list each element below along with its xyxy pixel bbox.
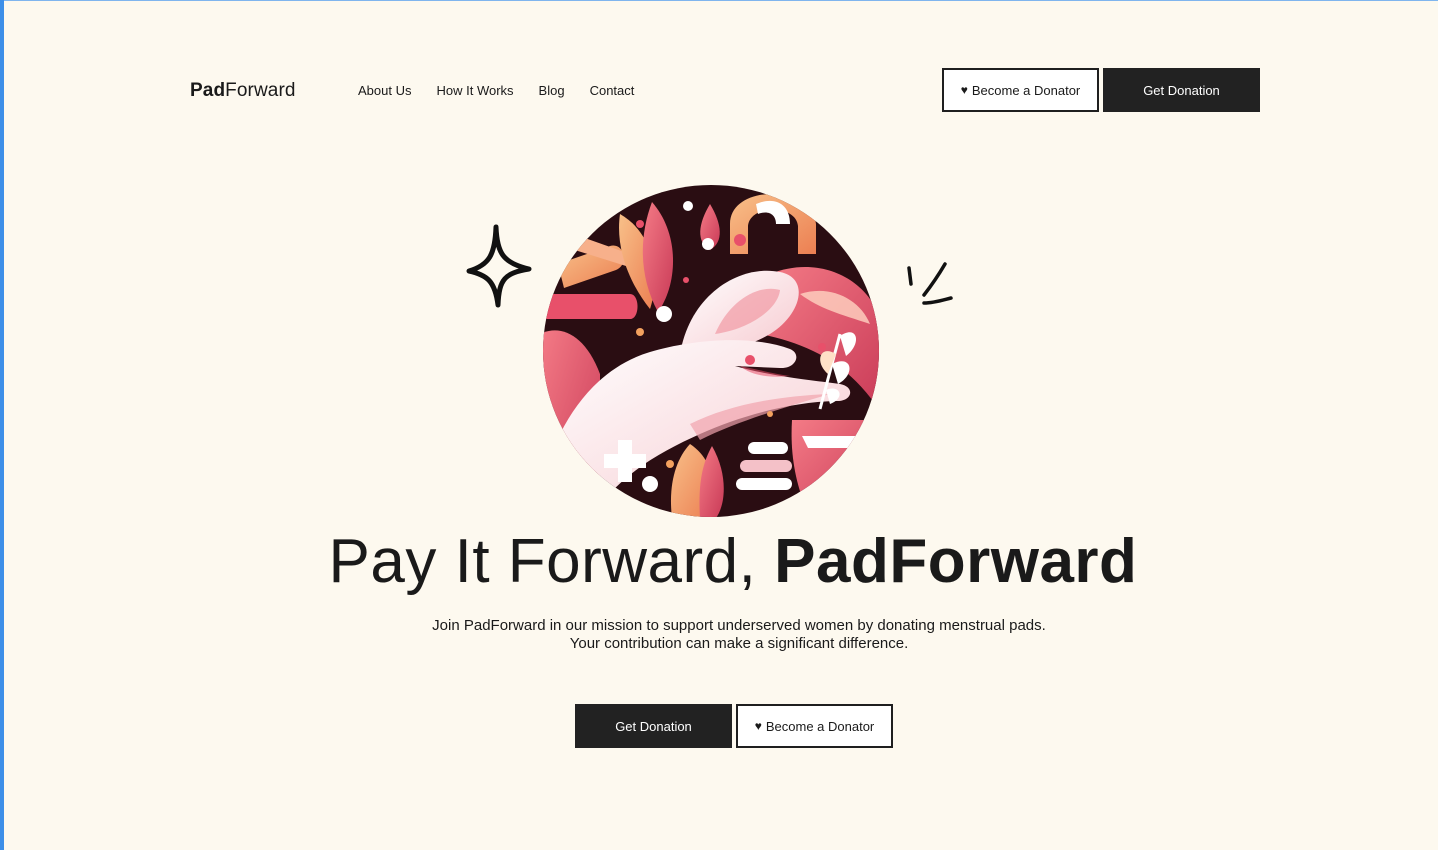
accent-strokes-icon xyxy=(907,262,953,305)
main-nav: About Us How It Works Blog Contact xyxy=(358,82,634,100)
nav-item-contact[interactable]: Contact xyxy=(590,82,635,100)
window-frame-top xyxy=(0,0,1438,1)
hero-get-donation-button[interactable]: Get Donation xyxy=(575,704,732,748)
nav-item-about-us[interactable]: About Us xyxy=(358,82,411,100)
header-get-donation-button[interactable]: Get Donation xyxy=(1103,68,1260,112)
header-become-donator-label: Become a Donator xyxy=(971,82,1081,98)
hero-headline: Pay It Forward, PadForward xyxy=(0,526,1438,598)
hero-become-donator-label: Become a Donator xyxy=(765,718,875,734)
hero-description-line-2: Your contribution can make a significant… xyxy=(569,635,909,652)
nav-item-blog[interactable]: Blog xyxy=(539,82,565,100)
heart-icon: ♥ xyxy=(960,83,968,97)
header-become-donator-button[interactable]: ♥ Become a Donator xyxy=(942,68,1099,112)
hero-description-line-1: Join PadForward in our mission to suppor… xyxy=(432,617,1046,634)
brand-logo[interactable]: PadForward xyxy=(190,79,296,103)
hero-headline-light: Pay It Forward, xyxy=(328,527,757,596)
hand-holding-pad-icon xyxy=(543,185,879,517)
window-frame-left xyxy=(0,0,4,850)
hero-headline-bold: PadForward xyxy=(774,527,1138,596)
header-get-donation-label: Get Donation xyxy=(1143,82,1220,98)
hero-get-donation-label: Get Donation xyxy=(615,718,692,734)
brand-logo-bold: Pad xyxy=(190,80,226,101)
sparkle-icon xyxy=(466,224,532,308)
nav-item-how-it-works[interactable]: How It Works xyxy=(436,82,513,100)
hero-description: Join PadForward in our mission to suppor… xyxy=(0,617,1438,653)
heart-icon: ♥ xyxy=(754,719,762,733)
brand-logo-light: Forward xyxy=(225,80,296,101)
hero-become-donator-button[interactable]: ♥ Become a Donator xyxy=(736,704,893,748)
